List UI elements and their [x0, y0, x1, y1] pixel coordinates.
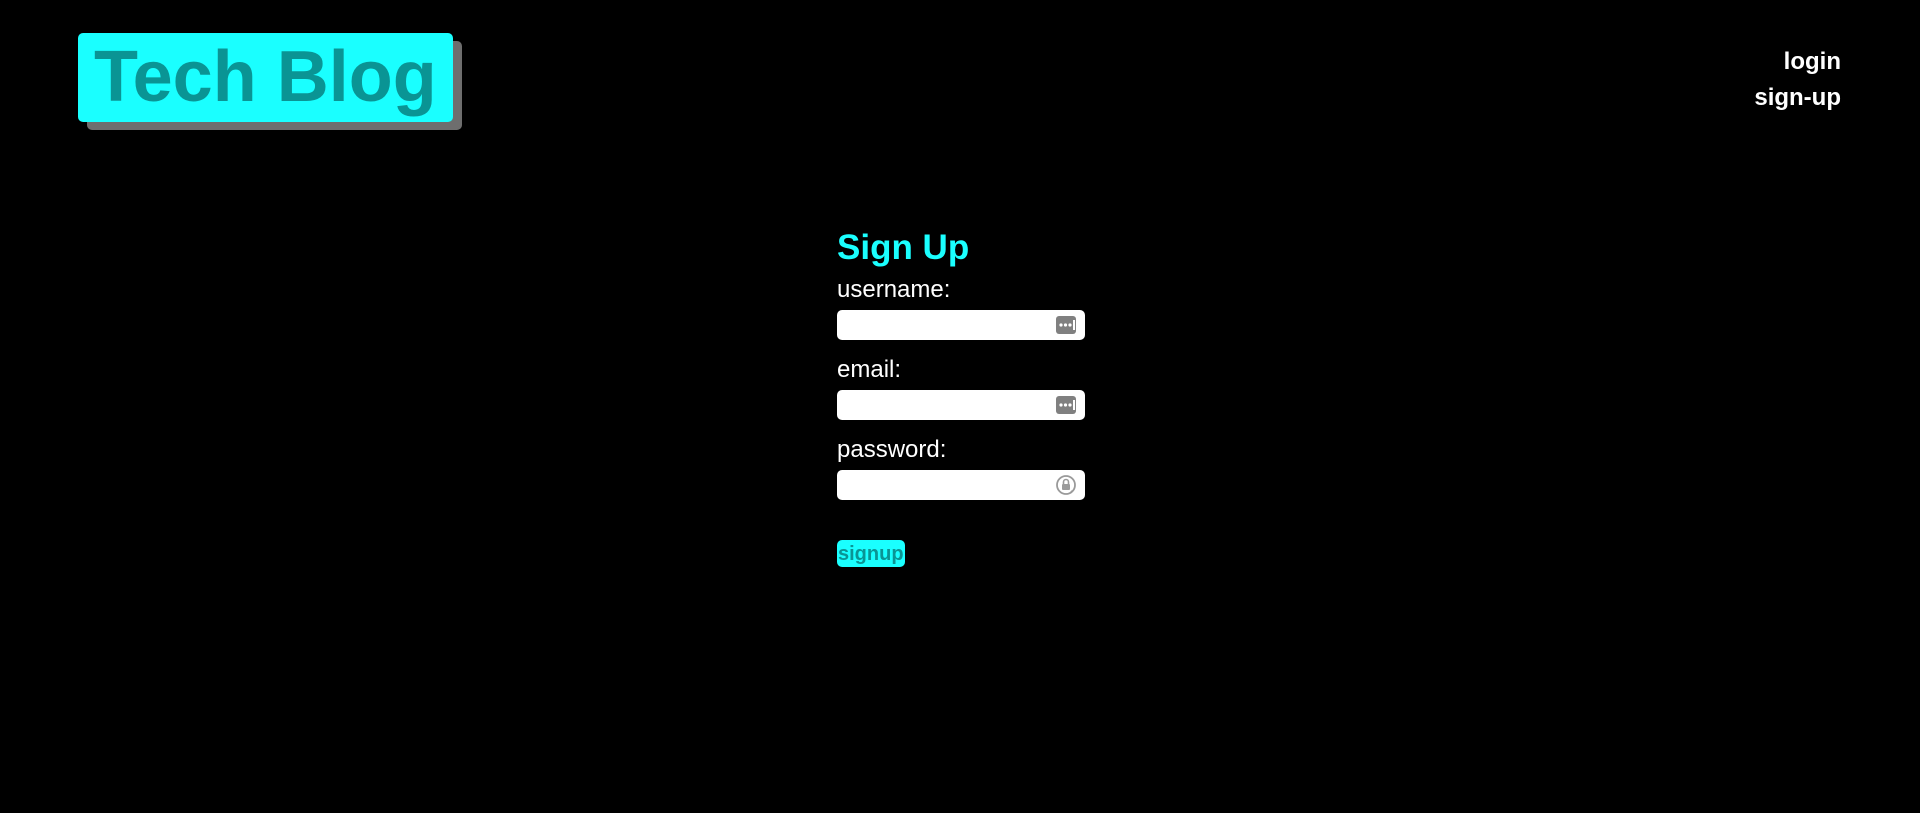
main-nav: login sign-up — [1754, 44, 1841, 116]
email-label: email: — [837, 356, 902, 383]
form-title: Sign Up — [837, 228, 970, 267]
nav-signup-link[interactable]: sign-up — [1754, 80, 1841, 116]
password-input[interactable] — [837, 470, 1085, 500]
autofill-dots-icon[interactable] — [1055, 314, 1077, 336]
email-input[interactable] — [837, 390, 1085, 420]
username-input[interactable] — [837, 310, 1085, 340]
username-label: username: — [837, 276, 951, 303]
password-lock-icon[interactable] — [1055, 474, 1077, 496]
signup-button[interactable]: signup — [837, 540, 905, 567]
signup-form: Sign Up username: email: password: signu… — [837, 222, 1097, 567]
password-label: password: — [837, 436, 947, 463]
logo-container: Tech Blog — [78, 33, 453, 122]
password-field-row — [837, 470, 1085, 500]
nav-login-link[interactable]: login — [1754, 44, 1841, 80]
username-field-row — [837, 310, 1085, 340]
email-field-row — [837, 390, 1085, 420]
site-logo[interactable]: Tech Blog — [78, 33, 453, 122]
autofill-dots-icon[interactable] — [1055, 394, 1077, 416]
